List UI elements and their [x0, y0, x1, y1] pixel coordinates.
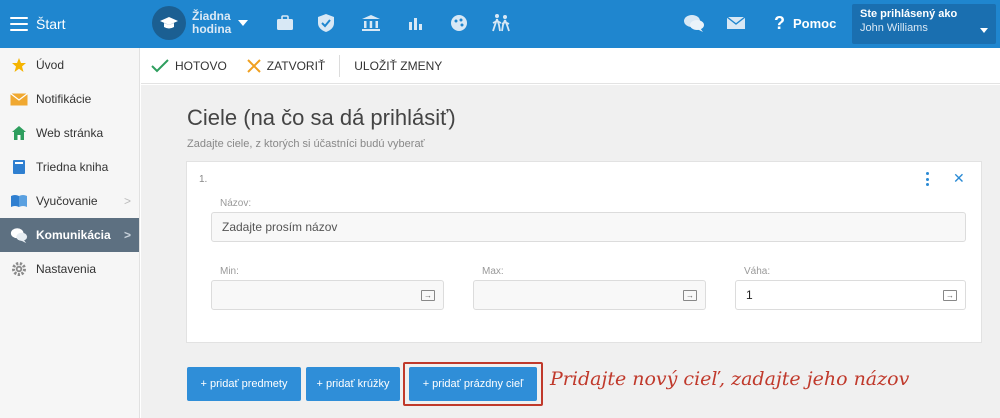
toolbar-divider [339, 54, 341, 77]
sidebar-item-vyucovanie[interactable]: Vyučovanie > [0, 184, 139, 218]
lesson-label: Žiadna hodina [192, 9, 232, 36]
people-walking-icon[interactable] [490, 12, 512, 34]
chevron-down-icon [238, 20, 248, 26]
sidebar-item-nastavenia[interactable]: Nastavenia [0, 252, 139, 286]
min-input[interactable]: → [211, 280, 444, 310]
start-label: Štart [36, 16, 66, 32]
chevron-right-icon: > [123, 228, 131, 242]
page-subtitle: Zadajte ciele, z ktorých si účastníci bu… [187, 138, 425, 150]
close-button[interactable]: ZATVORIŤ [237, 48, 335, 84]
sidebar: Úvod Notifikácie Web stránka Triedna kni… [0, 48, 140, 418]
hamburger-icon [10, 17, 28, 31]
shield-icon[interactable] [315, 12, 337, 34]
sidebar-item-triedna-kniha[interactable]: Triedna kniha [0, 150, 139, 184]
goal-number: 1. [199, 174, 208, 185]
name-label: Názov: [220, 198, 252, 209]
book-icon [10, 158, 28, 176]
graduation-cap-icon [152, 6, 186, 40]
start-menu-button[interactable]: Štart [0, 0, 140, 48]
palette-icon[interactable] [448, 12, 470, 34]
tutorial-annotation: Pridajte nový cieľ, zadajte jeho názov [550, 368, 910, 390]
toolbar: HOTOVO ZATVORIŤ ULOŽIŤ ZMENY [141, 48, 1000, 84]
close-icon[interactable]: ✕ [953, 170, 965, 187]
add-empty-goal-button[interactable]: + pridať prázdny cieľ [409, 367, 537, 401]
help-button[interactable]: ? Pomoc [774, 13, 836, 34]
open-book-icon [10, 192, 28, 210]
min-label: Min: [220, 266, 239, 277]
weight-label: Váha: [744, 266, 771, 277]
chart-icon[interactable] [405, 12, 427, 34]
user-title: Ste prihlásený ako [860, 8, 958, 20]
briefcase-icon[interactable] [274, 12, 296, 34]
top-bar: Štart Žiadna hodina ? Pomoc Ste prihláse… [0, 0, 1000, 48]
enter-icon: → [683, 290, 697, 301]
user-menu[interactable]: Ste prihlásený ako John Williams [852, 4, 996, 44]
enter-icon: → [943, 290, 957, 301]
lesson-selector[interactable]: Žiadna hodina [152, 6, 248, 40]
mail-icon[interactable] [725, 12, 747, 34]
goal-card: 1. ✕ Názov: Zadajte prosím názov Min: → … [186, 161, 982, 343]
done-button[interactable]: HOTOVO [141, 48, 237, 84]
enter-icon: → [421, 290, 435, 301]
weight-value: 1 [746, 288, 753, 302]
gear-icon [10, 260, 28, 278]
question-icon: ? [774, 13, 785, 33]
name-placeholder: Zadajte prosím názov [222, 220, 338, 234]
envelope-icon [10, 90, 28, 108]
add-clubs-button[interactable]: + pridať krúžky [306, 367, 400, 401]
add-subjects-button[interactable]: + pridať predmety [187, 367, 301, 401]
weight-input[interactable]: 1 → [735, 280, 966, 310]
save-changes-button[interactable]: ULOŽIŤ ZMENY [344, 48, 452, 84]
help-label: Pomoc [793, 16, 837, 31]
max-label: Max: [482, 266, 504, 277]
sidebar-item-web-stranka[interactable]: Web stránka [0, 116, 139, 150]
more-vertical-icon[interactable] [922, 172, 932, 186]
star-icon [10, 56, 28, 74]
close-icon [247, 58, 261, 73]
max-input[interactable]: → [473, 280, 706, 310]
sidebar-item-uvod[interactable]: Úvod [0, 48, 139, 82]
main-content: Ciele (na čo sa dá prihlásiť) Zadajte ci… [141, 85, 1000, 418]
building-icon[interactable] [360, 12, 382, 34]
home-icon [10, 124, 28, 142]
user-name: John Williams [860, 22, 928, 34]
sidebar-item-notifikacie[interactable]: Notifikácie [0, 82, 139, 116]
chevron-down-icon [980, 28, 988, 33]
chat-icon[interactable] [683, 12, 705, 34]
page-title: Ciele (na čo sa dá prihlásiť) [187, 105, 456, 130]
sidebar-item-komunikacia[interactable]: Komunikácia > [0, 218, 139, 252]
chat-bubbles-icon [10, 226, 28, 244]
checkmark-icon [151, 58, 169, 72]
name-input[interactable]: Zadajte prosím názov [211, 212, 966, 242]
chevron-right-icon: > [123, 194, 131, 208]
